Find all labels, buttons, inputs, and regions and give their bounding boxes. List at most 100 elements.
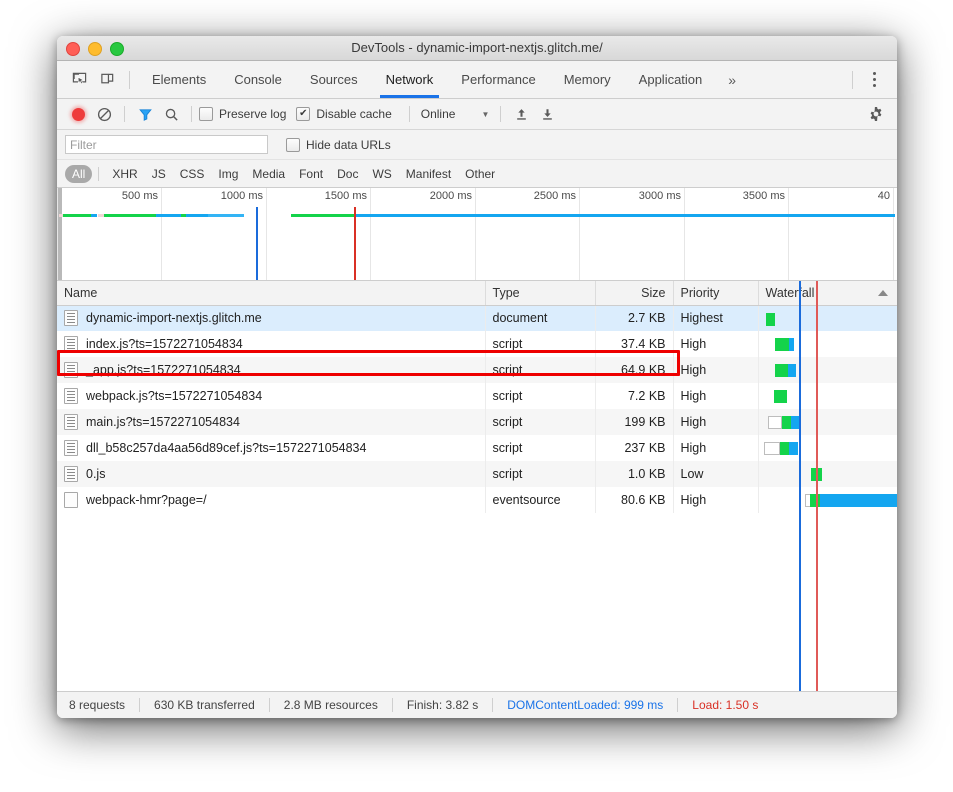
- table-row[interactable]: webpack-hmr?page=/ eventsource 80.6 KB H…: [57, 487, 897, 513]
- sort-ascending-icon: [878, 290, 888, 296]
- search-icon[interactable]: [158, 101, 184, 127]
- import-har-icon[interactable]: [508, 101, 534, 127]
- tabstrip-divider: [129, 71, 130, 89]
- tab-memory[interactable]: Memory: [550, 61, 625, 98]
- tab-performance[interactable]: Performance: [447, 61, 549, 98]
- preserve-log-box[interactable]: [199, 107, 213, 121]
- cell-waterfall: [758, 461, 897, 487]
- table-row[interactable]: index.js?ts=1572271054834 script 37.4 KB…: [57, 331, 897, 357]
- hide-data-urls-box[interactable]: [286, 138, 300, 152]
- device-toolbar-icon[interactable]: [93, 66, 121, 94]
- clear-icon[interactable]: [91, 101, 117, 127]
- request-name: _app.js?ts=1572271054834: [86, 363, 241, 377]
- toolbar-divider-3: [409, 106, 410, 122]
- waterfall-bar-green: [766, 313, 775, 326]
- overview-trace-seg: [156, 214, 181, 217]
- minimize-window-button[interactable]: [88, 42, 102, 56]
- request-name: webpack-hmr?page=/: [86, 493, 207, 507]
- tab-application[interactable]: Application: [625, 61, 717, 98]
- type-filter-media[interactable]: Media: [245, 165, 292, 183]
- type-filter-manifest[interactable]: Manifest: [399, 165, 458, 183]
- status-dom-content-loaded: DOMContentLoaded: 999 ms: [507, 698, 663, 712]
- table-row[interactable]: dynamic-import-nextjs.glitch.me document…: [57, 305, 897, 331]
- script-file-icon: [64, 362, 78, 378]
- waterfall-bar-green: [774, 390, 787, 403]
- cell-waterfall: [758, 409, 897, 435]
- overview-tick-2000: 2000 ms: [475, 188, 476, 280]
- column-header-waterfall[interactable]: Waterfall: [758, 281, 897, 305]
- record-icon[interactable]: [65, 101, 91, 127]
- tab-sources[interactable]: Sources: [296, 61, 372, 98]
- type-filter-xhr[interactable]: XHR: [105, 165, 144, 183]
- waterfall-bar-green: [810, 494, 820, 507]
- table-row[interactable]: 0.js script 1.0 KB Low: [57, 461, 897, 487]
- table-row[interactable]: _app.js?ts=1572271054834 script 64.9 KB …: [57, 357, 897, 383]
- toolbar-divider-1: [124, 106, 125, 122]
- cell-priority: High: [673, 435, 758, 461]
- status-divider: [139, 698, 140, 712]
- status-divider: [269, 698, 270, 712]
- tabstrip-right-divider: [852, 71, 853, 89]
- column-header-size[interactable]: Size: [595, 281, 673, 305]
- type-filter-font[interactable]: Font: [292, 165, 330, 183]
- type-filter-all[interactable]: All: [65, 165, 92, 183]
- type-filter-js[interactable]: JS: [145, 165, 173, 183]
- cell-name: index.js?ts=1572271054834: [57, 331, 485, 357]
- cell-priority: High: [673, 409, 758, 435]
- screenshot-root: DevTools - dynamic-import-nextjs.glitch.…: [0, 0, 953, 792]
- cell-name: webpack.js?ts=1572271054834: [57, 383, 485, 409]
- type-filter-img[interactable]: Img: [211, 165, 245, 183]
- table-row[interactable]: dll_b58c257da4aa56d89cef.js?ts=157227105…: [57, 435, 897, 461]
- tab-network[interactable]: Network: [372, 61, 448, 98]
- type-filter-css[interactable]: CSS: [173, 165, 212, 183]
- gear-icon[interactable]: [863, 101, 889, 127]
- disable-cache-box[interactable]: [296, 107, 310, 121]
- status-divider: [392, 698, 393, 712]
- kebab-menu-icon[interactable]: [861, 61, 887, 98]
- close-window-button[interactable]: [66, 42, 80, 56]
- overview-tick-500: 500 ms: [161, 188, 162, 280]
- more-tabs-chevron-icon[interactable]: »: [716, 61, 748, 98]
- preserve-log-checkbox[interactable]: Preserve log: [199, 107, 286, 121]
- tab-console[interactable]: Console: [220, 61, 296, 98]
- filter-funnel-icon[interactable]: [132, 101, 158, 127]
- cell-name: dynamic-import-nextjs.glitch.me: [57, 305, 485, 331]
- status-resources: 2.8 MB resources: [284, 698, 378, 712]
- cell-type: document: [485, 305, 595, 331]
- filter-input[interactable]: [65, 135, 268, 154]
- script-file-icon: [64, 466, 78, 482]
- type-filter-doc[interactable]: Doc: [330, 165, 365, 183]
- request-name: webpack.js?ts=1572271054834: [86, 389, 262, 403]
- table-row[interactable]: webpack.js?ts=1572271054834 script 7.2 K…: [57, 383, 897, 409]
- column-header-name[interactable]: Name: [57, 281, 485, 305]
- waterfall-bar-green: [780, 442, 789, 455]
- network-status-bar: 8 requests 630 KB transferred 2.8 MB res…: [57, 691, 897, 718]
- devtools-window: DevTools - dynamic-import-nextjs.glitch.…: [57, 36, 897, 718]
- tab-elements[interactable]: Elements: [138, 61, 220, 98]
- request-table: Name Type Size Priority Waterfall: [57, 281, 897, 513]
- inspect-element-icon[interactable]: [65, 66, 93, 94]
- hide-data-urls-checkbox[interactable]: Hide data URLs: [286, 138, 391, 152]
- cell-size: 199 KB: [595, 409, 673, 435]
- overview-trace-seg: [355, 214, 895, 217]
- throttling-select[interactable]: Online ▼: [417, 107, 494, 121]
- column-header-type[interactable]: Type: [485, 281, 595, 305]
- network-overview[interactable]: 500 ms 1000 ms 1500 ms 2000 ms 2500 ms 3…: [57, 188, 897, 281]
- waterfall-bar-blue: [791, 416, 800, 429]
- table-row[interactable]: main.js?ts=1572271054834 script 199 KB H…: [57, 409, 897, 435]
- request-table-container[interactable]: Name Type Size Priority Waterfall: [57, 281, 897, 691]
- cell-waterfall: [758, 357, 897, 383]
- overview-tick-4000: 40: [893, 188, 894, 280]
- column-header-priority[interactable]: Priority: [673, 281, 758, 305]
- export-har-icon[interactable]: [534, 101, 560, 127]
- zoom-window-button[interactable]: [110, 42, 124, 56]
- type-filter-other[interactable]: Other: [458, 165, 502, 183]
- status-requests: 8 requests: [69, 698, 125, 712]
- status-divider: [492, 698, 493, 712]
- cell-size: 37.4 KB: [595, 331, 673, 357]
- disable-cache-checkbox[interactable]: Disable cache: [296, 107, 391, 121]
- type-filter-ws[interactable]: WS: [365, 165, 398, 183]
- traffic-lights: [66, 42, 124, 56]
- cell-type: script: [485, 357, 595, 383]
- cell-priority: Highest: [673, 305, 758, 331]
